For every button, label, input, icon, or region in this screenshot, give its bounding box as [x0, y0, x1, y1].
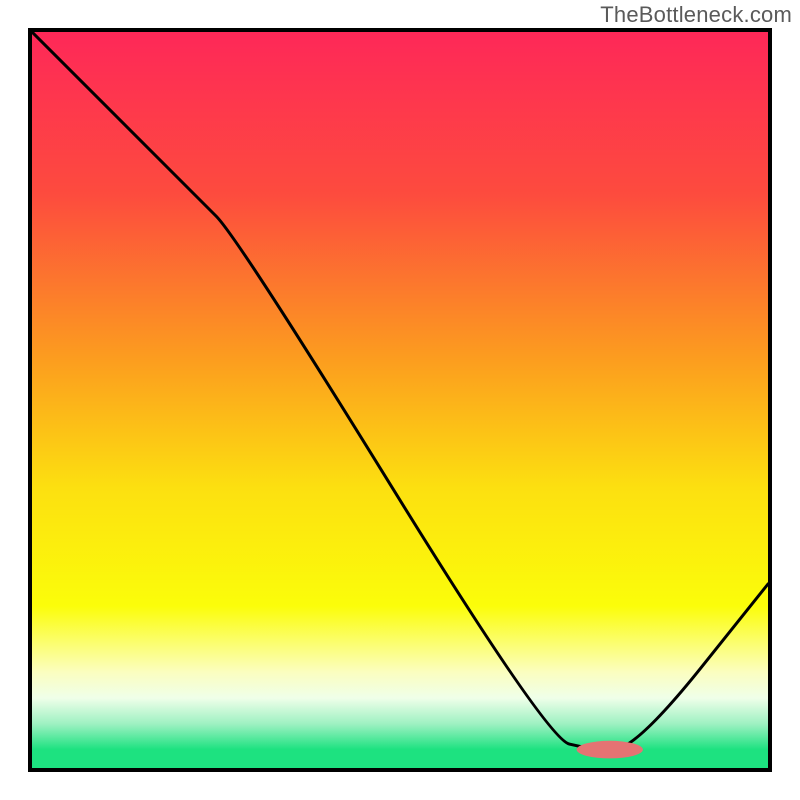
plot-svg [32, 32, 768, 768]
highlight-marker [577, 741, 643, 759]
chart-container: TheBottleneck.com [0, 0, 800, 800]
watermark-text: TheBottleneck.com [600, 2, 792, 28]
plot-frame [28, 28, 772, 772]
